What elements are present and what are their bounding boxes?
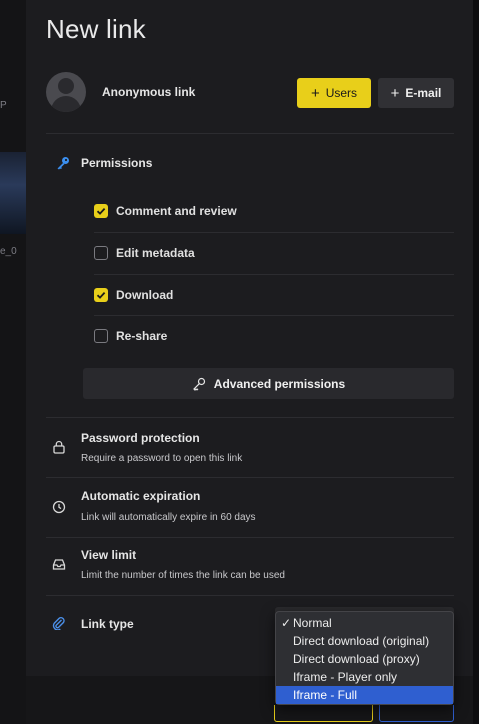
divider bbox=[94, 232, 454, 233]
link-name: Anonymous link bbox=[102, 85, 196, 99]
permission-download[interactable]: Download bbox=[94, 285, 454, 305]
key-outline-icon bbox=[192, 377, 205, 391]
checkbox-unchecked[interactable] bbox=[94, 246, 108, 260]
lock-icon bbox=[53, 440, 65, 454]
add-users-button[interactable]: + Users bbox=[297, 78, 371, 108]
footer-secondary-button[interactable] bbox=[379, 705, 454, 722]
background-thumbnail bbox=[0, 152, 26, 234]
checkbox-checked[interactable] bbox=[94, 288, 108, 302]
clock-icon bbox=[52, 500, 66, 514]
permission-edit-metadata[interactable]: Edit metadata bbox=[94, 243, 454, 263]
paperclip-icon bbox=[52, 617, 65, 630]
link-type-title: Link type bbox=[81, 617, 134, 631]
plus-icon: + bbox=[390, 84, 400, 102]
permissions-title: Permissions bbox=[81, 156, 153, 170]
avatar-head bbox=[58, 78, 74, 94]
divider bbox=[94, 274, 454, 275]
background-text-fragment: P bbox=[0, 100, 7, 111]
footer-primary-button[interactable] bbox=[274, 705, 373, 722]
permission-label: Edit metadata bbox=[116, 246, 195, 260]
check-icon bbox=[96, 207, 106, 215]
automatic-expiration-title[interactable]: Automatic expiration bbox=[81, 489, 200, 503]
permission-label: Download bbox=[116, 288, 174, 302]
view-limit-title[interactable]: View limit bbox=[81, 548, 136, 562]
permission-comment-review[interactable]: Comment and review bbox=[94, 201, 454, 221]
add-email-button[interactable]: + E-mail bbox=[378, 78, 454, 108]
background-text-fragment: e_0 bbox=[0, 246, 17, 257]
plus-icon: + bbox=[310, 84, 320, 102]
option-label: Normal bbox=[293, 616, 332, 630]
divider bbox=[94, 315, 454, 316]
checkmark-icon: ✓ bbox=[281, 616, 292, 630]
link-type-dropdown[interactable]: ✓ Normal Direct download (original) Dire… bbox=[275, 611, 454, 705]
link-type-option-direct-original[interactable]: Direct download (original) bbox=[276, 632, 453, 650]
avatar bbox=[46, 72, 86, 112]
link-type-option-normal[interactable]: ✓ Normal bbox=[276, 614, 453, 632]
divider bbox=[46, 133, 454, 134]
avatar-shoulders bbox=[51, 96, 81, 112]
add-users-label: Users bbox=[325, 86, 358, 100]
password-protection-description: Require a password to open this link bbox=[81, 453, 243, 464]
divider bbox=[46, 417, 454, 418]
checkbox-unchecked[interactable] bbox=[94, 329, 108, 343]
advanced-permissions-button[interactable]: Advanced permissions bbox=[83, 368, 454, 399]
password-protection-title[interactable]: Password protection bbox=[81, 431, 200, 445]
divider bbox=[46, 537, 454, 538]
divider bbox=[46, 477, 454, 478]
permission-label: Comment and review bbox=[116, 204, 237, 218]
inbox-icon bbox=[52, 559, 66, 570]
checkbox-checked[interactable] bbox=[94, 204, 108, 218]
divider bbox=[46, 595, 454, 596]
link-type-option-direct-proxy[interactable]: Direct download (proxy) bbox=[276, 650, 453, 668]
permission-reshare[interactable]: Re-share bbox=[94, 326, 454, 346]
automatic-expiration-description: Link will automatically expire in 60 day… bbox=[81, 512, 256, 523]
modal-title: New link bbox=[46, 14, 146, 44]
check-icon bbox=[96, 291, 106, 299]
advanced-permissions-label: Advanced permissions bbox=[213, 376, 346, 391]
key-icon bbox=[57, 157, 69, 170]
link-type-option-iframe-player[interactable]: Iframe - Player only bbox=[276, 668, 453, 686]
link-type-option-iframe-full[interactable]: Iframe - Full bbox=[276, 686, 453, 704]
permission-label: Re-share bbox=[116, 329, 168, 343]
add-email-label: E-mail bbox=[405, 86, 442, 100]
view-limit-description: Limit the number of times the link can b… bbox=[81, 570, 285, 581]
